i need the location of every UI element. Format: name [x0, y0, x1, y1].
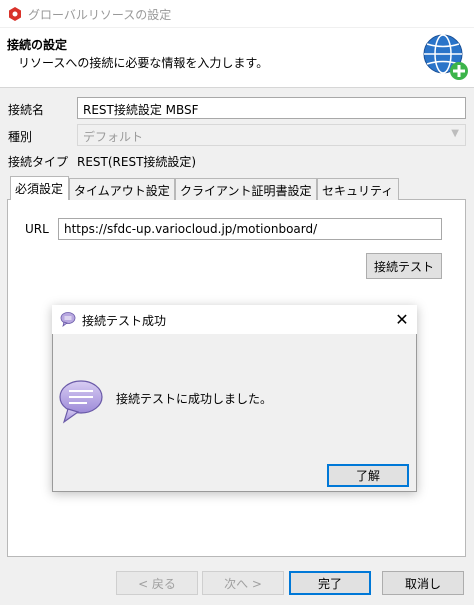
tab-timeout[interactable]: タイムアウト設定: [69, 178, 175, 200]
ok-button[interactable]: 了解: [327, 464, 409, 487]
tab-required[interactable]: 必須設定: [10, 176, 69, 200]
cancel-button[interactable]: 取消し: [382, 571, 464, 595]
tab-security[interactable]: セキュリティ: [317, 178, 399, 200]
page-title: 接続の設定: [7, 38, 68, 52]
url-input[interactable]: https://sfdc-up.variocloud.jp/motionboar…: [58, 218, 442, 240]
connection-type-value: REST(REST接続設定): [77, 155, 197, 169]
dialog-message: 接続テストに成功しました。: [116, 392, 273, 406]
url-label: URL: [25, 222, 49, 236]
connection-name-input[interactable]: REST接続設定 MBSF: [77, 97, 466, 119]
type-label: 種別: [8, 130, 33, 144]
finish-button[interactable]: 完了: [289, 571, 371, 595]
connection-type-label: 接続タイプ: [8, 155, 69, 169]
connection-name-label: 接続名: [8, 103, 45, 117]
test-connection-button[interactable]: 接続テスト: [366, 253, 442, 279]
back-button[interactable]: < 戻る: [116, 571, 198, 595]
speech-bubble-icon: [60, 312, 76, 327]
app-icon: [9, 7, 21, 21]
type-select: デフォルト ▼: [77, 124, 466, 146]
chevron-down-icon: ▼: [451, 128, 459, 139]
message-info-icon: [59, 380, 103, 424]
close-icon[interactable]: ✕: [388, 306, 416, 332]
globe-add-icon: [423, 34, 468, 80]
next-button[interactable]: 次へ >: [202, 571, 284, 595]
page-description: リソースへの接続に必要な情報を入力します。: [18, 56, 269, 70]
window-title: グローバルリソースの設定: [28, 8, 172, 22]
tab-client-cert[interactable]: クライアント証明書設定: [175, 178, 317, 200]
dialog-title: 接続テスト成功: [82, 314, 167, 328]
type-select-value: デフォルト: [83, 130, 144, 144]
